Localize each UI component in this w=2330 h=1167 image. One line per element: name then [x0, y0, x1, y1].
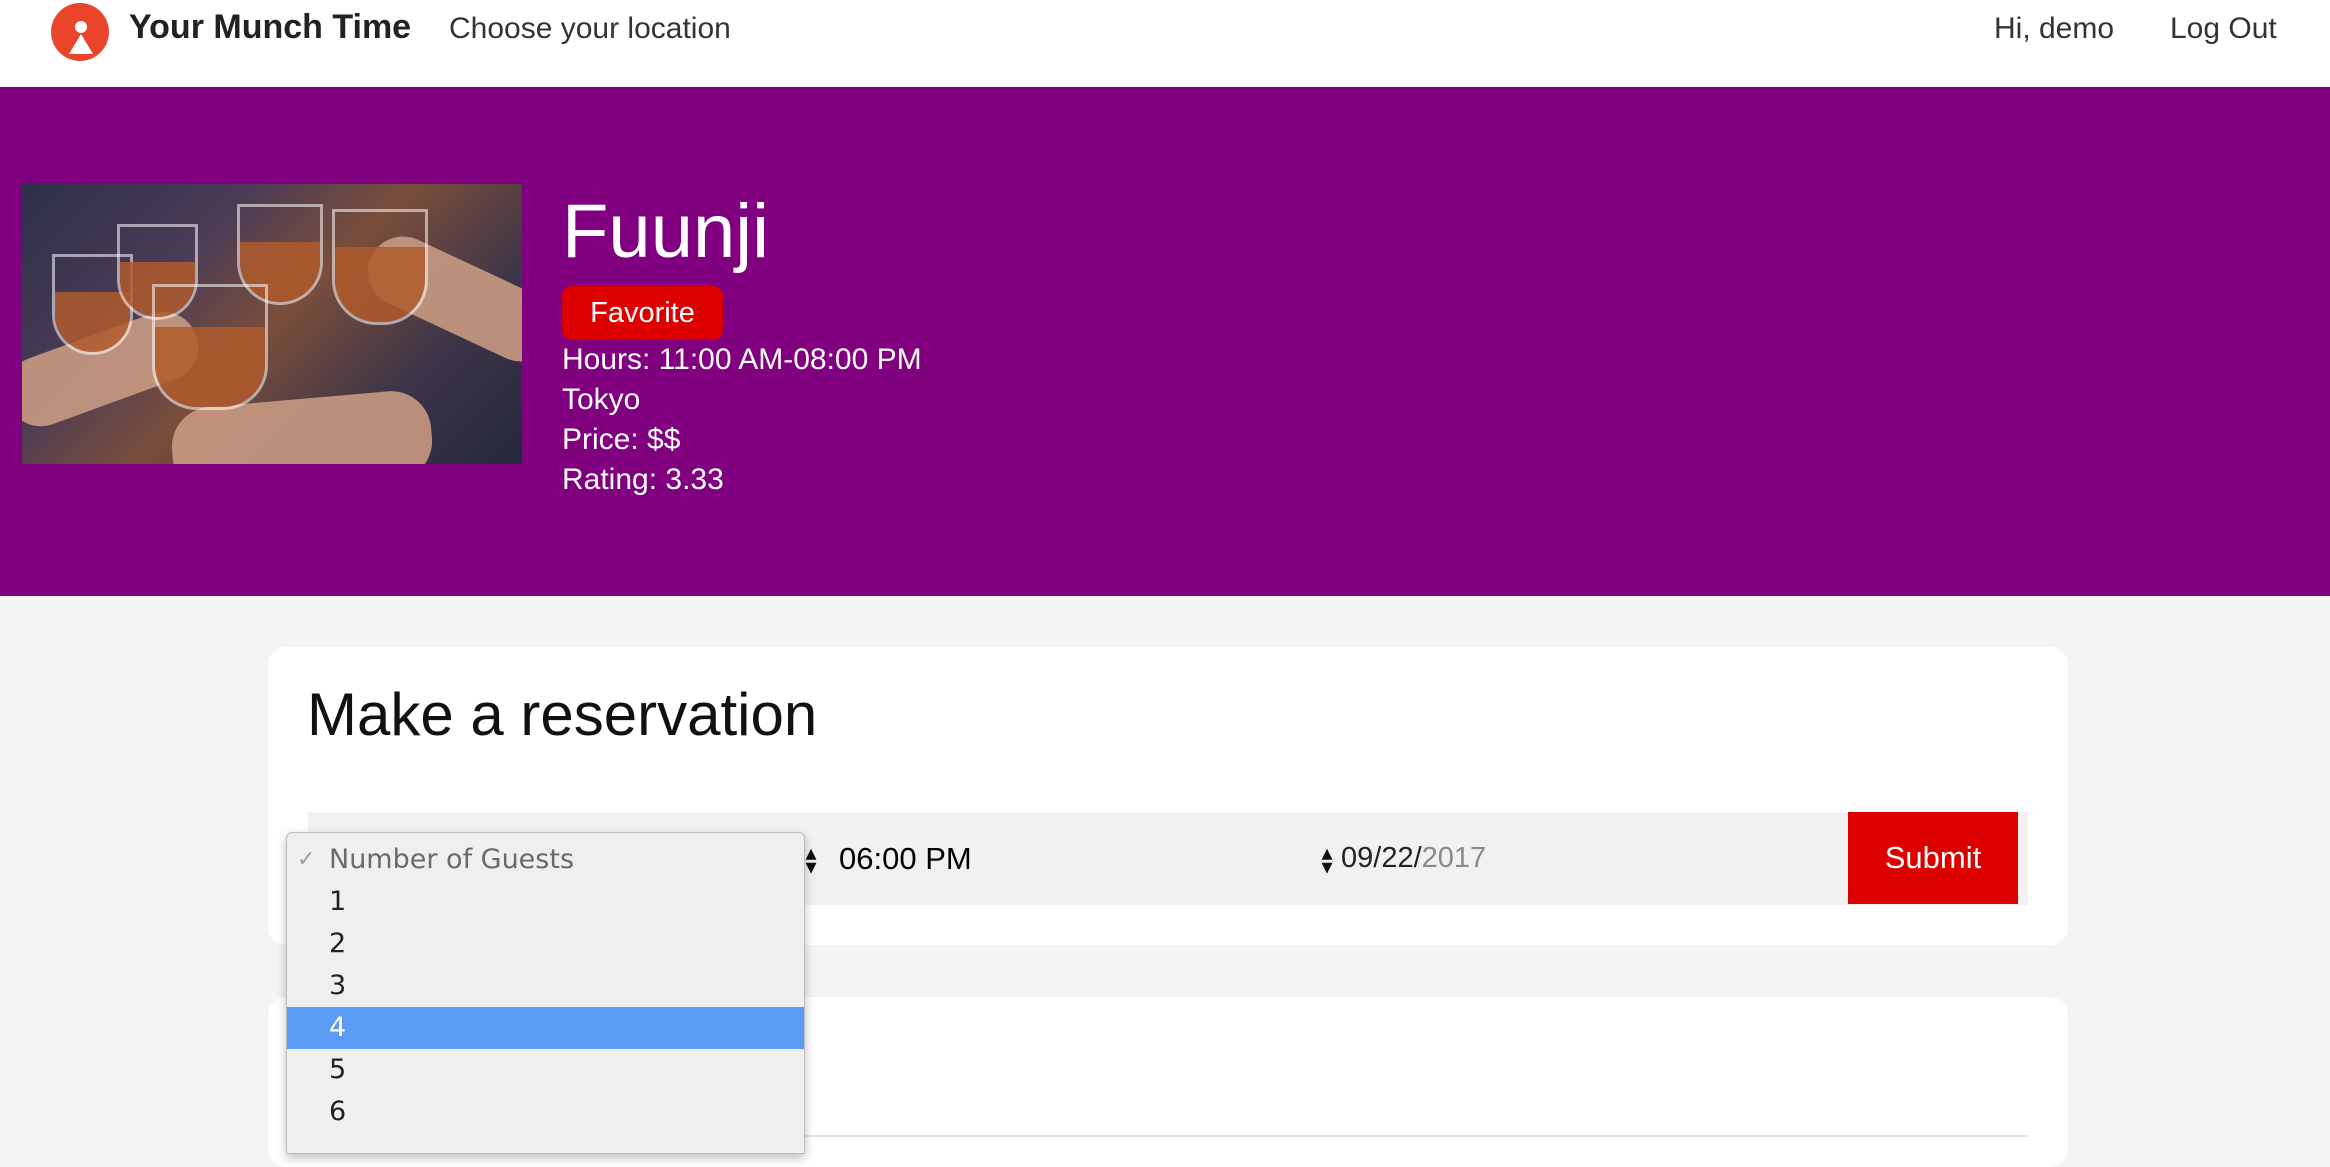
guests-option[interactable]: 6 — [287, 1091, 804, 1133]
logo-icon[interactable] — [51, 3, 109, 61]
guests-option[interactable]: 1 — [287, 881, 804, 923]
date-input[interactable]: 09/22/2017 — [1341, 842, 1486, 875]
restaurant-price: Price: $$ — [562, 423, 681, 456]
guests-dropdown-menu[interactable]: ✓ Number of Guests 1 2 3 4 5 6 — [286, 832, 805, 1154]
submit-button[interactable]: Submit — [1848, 812, 2018, 904]
guests-option[interactable]: 2 — [287, 923, 804, 965]
restaurant-city: Tokyo — [562, 383, 641, 416]
guests-option[interactable]: 5 — [287, 1049, 804, 1091]
reservation-title: Make a reservation — [307, 681, 818, 748]
restaurant-rating: Rating: 3.33 — [562, 463, 724, 496]
restaurant-hero: Fuunji Favorite Hours: 11:00 AM-08:00 PM… — [0, 87, 2330, 596]
guests-spinner-arrows-icon[interactable]: ▴ ▾ — [803, 842, 819, 878]
brand-name[interactable]: Your Munch Time — [129, 8, 411, 47]
guests-option-highlighted[interactable]: 4 — [287, 1007, 804, 1049]
checkmark-icon: ✓ — [297, 847, 316, 872]
logout-link[interactable]: Log Out — [2170, 12, 2277, 46]
top-navbar: Your Munch Time Choose your location Hi,… — [0, 0, 2330, 87]
restaurant-photo — [22, 184, 522, 464]
guests-option[interactable]: 3 — [287, 965, 804, 1007]
choose-location-link[interactable]: Choose your location — [449, 12, 731, 46]
favorite-button[interactable]: Favorite — [562, 286, 723, 340]
user-greeting[interactable]: Hi, demo — [1994, 12, 2114, 46]
guests-placeholder-option[interactable]: ✓ Number of Guests — [287, 839, 804, 881]
time-input[interactable]: 06:00 PM — [839, 841, 972, 877]
time-spinner-arrows-icon[interactable]: ▴ ▾ — [1319, 842, 1335, 878]
restaurant-name: Fuunji — [562, 189, 769, 274]
restaurant-hours: Hours: 11:00 AM-08:00 PM — [562, 343, 922, 376]
